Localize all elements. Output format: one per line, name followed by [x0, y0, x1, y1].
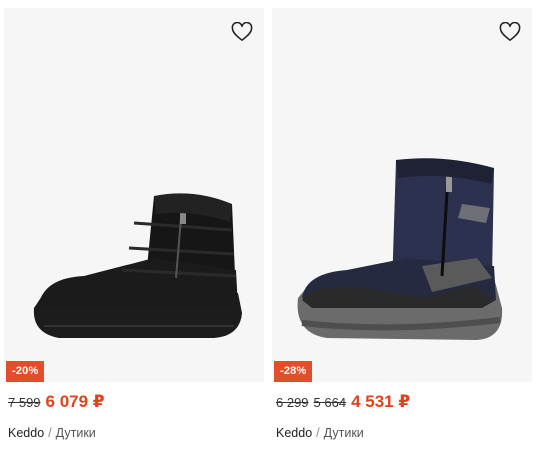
price-row: 7 599 6 079 ₽ [8, 392, 105, 412]
discount-badge: -20% [6, 361, 45, 382]
price-row: 6 299 5 664 4 531 ₽ [276, 392, 410, 412]
heart-outline-icon [499, 22, 521, 41]
old-price: 6 299 [276, 395, 309, 410]
navy-winter-boot-image [297, 158, 503, 340]
brand-name[interactable]: Keddo [276, 426, 312, 440]
favorite-button[interactable] [228, 18, 256, 46]
product-card[interactable]: -20% 7 599 6 079 ₽ Keddo / Дутики [4, 8, 264, 450]
meta-separator: / [48, 426, 52, 440]
category-name[interactable]: Дутики [324, 426, 364, 440]
discount-badge: -28% [274, 361, 313, 382]
old-price: 5 664 [313, 395, 347, 410]
category-name[interactable]: Дутики [56, 426, 96, 440]
current-price: 4 531 ₽ [351, 392, 411, 411]
heart-outline-icon [231, 22, 253, 41]
old-price: 7 599 [8, 395, 41, 410]
current-price: 6 079 ₽ [45, 392, 105, 411]
black-winter-boot-image [33, 193, 243, 338]
favorite-button[interactable] [496, 18, 524, 46]
meta-separator: / [316, 426, 320, 440]
product-meta[interactable]: Keddo / Дутики [276, 426, 364, 440]
brand-name[interactable]: Keddo [8, 426, 44, 440]
product-meta[interactable]: Keddo / Дутики [8, 426, 96, 440]
product-image[interactable] [4, 8, 264, 382]
product-card[interactable]: -28% 6 299 5 664 4 531 ₽ Keddo / Дутики [272, 8, 532, 450]
product-image[interactable] [272, 8, 532, 382]
